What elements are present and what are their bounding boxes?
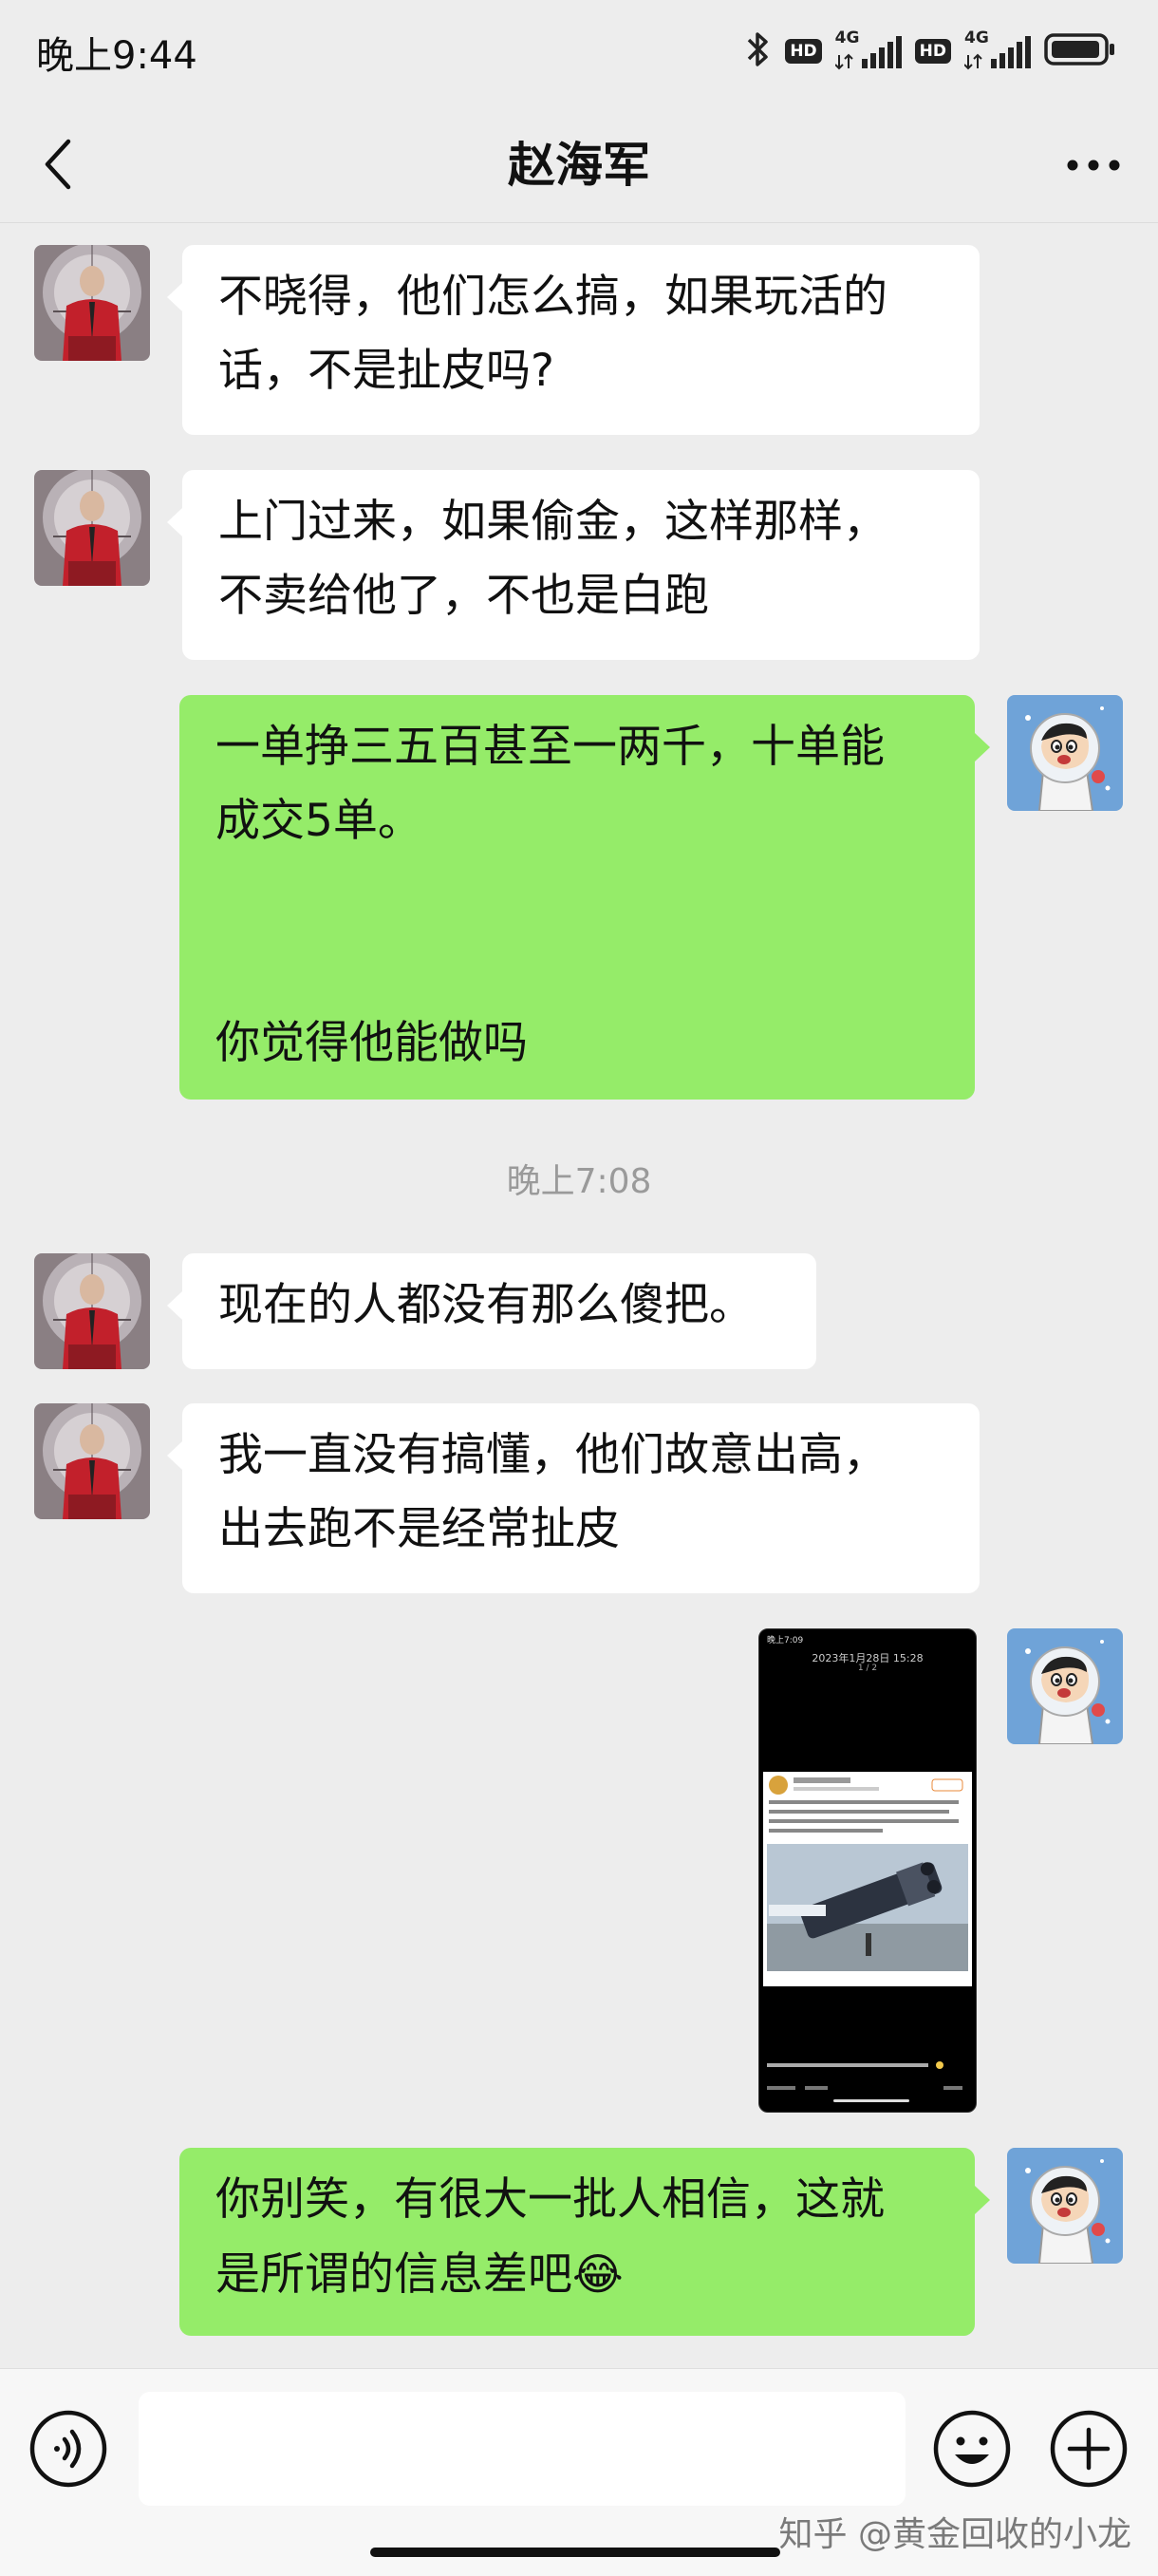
chat-timestamp: 晚上7:08 bbox=[506, 1162, 652, 1201]
more-button[interactable] bbox=[1063, 142, 1124, 188]
message-bubble-outgoing[interactable]: 你别笑，有很大一批人相信，这就 是所谓的信息差吧😂 bbox=[179, 2148, 990, 2336]
contact-avatar[interactable] bbox=[34, 245, 150, 361]
shared-screenshot-image[interactable]: 晚上7:09 2023年1月28日 15:28 1 / 2 bbox=[758, 1628, 977, 2113]
signal-icon-2: 4G bbox=[964, 28, 1031, 72]
message-bubble-incoming[interactable]: 我一直没有搞懂，他们故意出高， 出去跑不是经常扯皮 bbox=[167, 1403, 980, 1593]
contact-avatar[interactable] bbox=[34, 1403, 150, 1519]
smiley-icon bbox=[933, 2410, 1011, 2488]
chat-title: 赵海军 bbox=[508, 138, 650, 193]
shared-image-page: 1 / 2 bbox=[857, 1664, 878, 1673]
voice-icon bbox=[29, 2410, 107, 2488]
message-bubble-incoming[interactable]: 上门过来，如果偷金，这样那样， 不卖给他了，不也是白跑 bbox=[167, 470, 980, 660]
more-functions-button[interactable] bbox=[1049, 2409, 1129, 2492]
my-avatar[interactable] bbox=[1007, 1628, 1123, 1744]
message-bubble-incoming[interactable]: 不晓得，他们怎么搞，如果玩活的 话，不是扯皮吗? bbox=[167, 245, 980, 435]
shared-image-footer bbox=[767, 2059, 968, 2110]
more-dots-icon bbox=[1067, 160, 1120, 171]
laughing-crying-emoji: 😂 bbox=[572, 2248, 624, 2300]
signal-icon: 4G bbox=[834, 28, 902, 72]
my-avatar[interactable] bbox=[1007, 2148, 1123, 2264]
hd-badge-2: HD bbox=[914, 39, 951, 64]
shared-image-status-time: 晚上7:09 bbox=[767, 1636, 804, 1645]
status-time: 晚上9:44 bbox=[36, 34, 197, 78]
chat-header: 赵海军 bbox=[0, 104, 1158, 223]
contact-avatar[interactable] bbox=[34, 1253, 150, 1369]
hd-badge: HD bbox=[785, 39, 822, 64]
home-indicator[interactable] bbox=[370, 2548, 780, 2557]
message-bubble-outgoing[interactable]: 一单挣三五百甚至一两千，十单能 成交5单。 你觉得他能做吗 bbox=[179, 695, 990, 1100]
status-icons: HD 4G HD 4G bbox=[743, 27, 1116, 76]
watermark: 知乎 @黄金回收的小龙 bbox=[778, 2515, 1131, 2554]
bluetooth-icon bbox=[743, 30, 772, 72]
contact-avatar[interactable] bbox=[34, 470, 150, 586]
message-input[interactable] bbox=[139, 2392, 906, 2506]
message-bubble-incoming[interactable]: 现在的人都没有那么傻把。 bbox=[167, 1253, 816, 1369]
plus-icon bbox=[1050, 2410, 1128, 2488]
battery-icon bbox=[1044, 32, 1116, 70]
my-avatar[interactable] bbox=[1007, 695, 1123, 811]
voice-button[interactable] bbox=[28, 2409, 108, 2492]
message-text: 你别笑，有很大一批人相信，这就 是所谓的信息差吧 bbox=[215, 2173, 885, 2301]
emoji-button[interactable] bbox=[932, 2409, 1012, 2492]
shared-image-post-card bbox=[763, 1772, 972, 1986]
status-bar: 晚上9:44 HD 4G HD 4G bbox=[0, 0, 1158, 104]
